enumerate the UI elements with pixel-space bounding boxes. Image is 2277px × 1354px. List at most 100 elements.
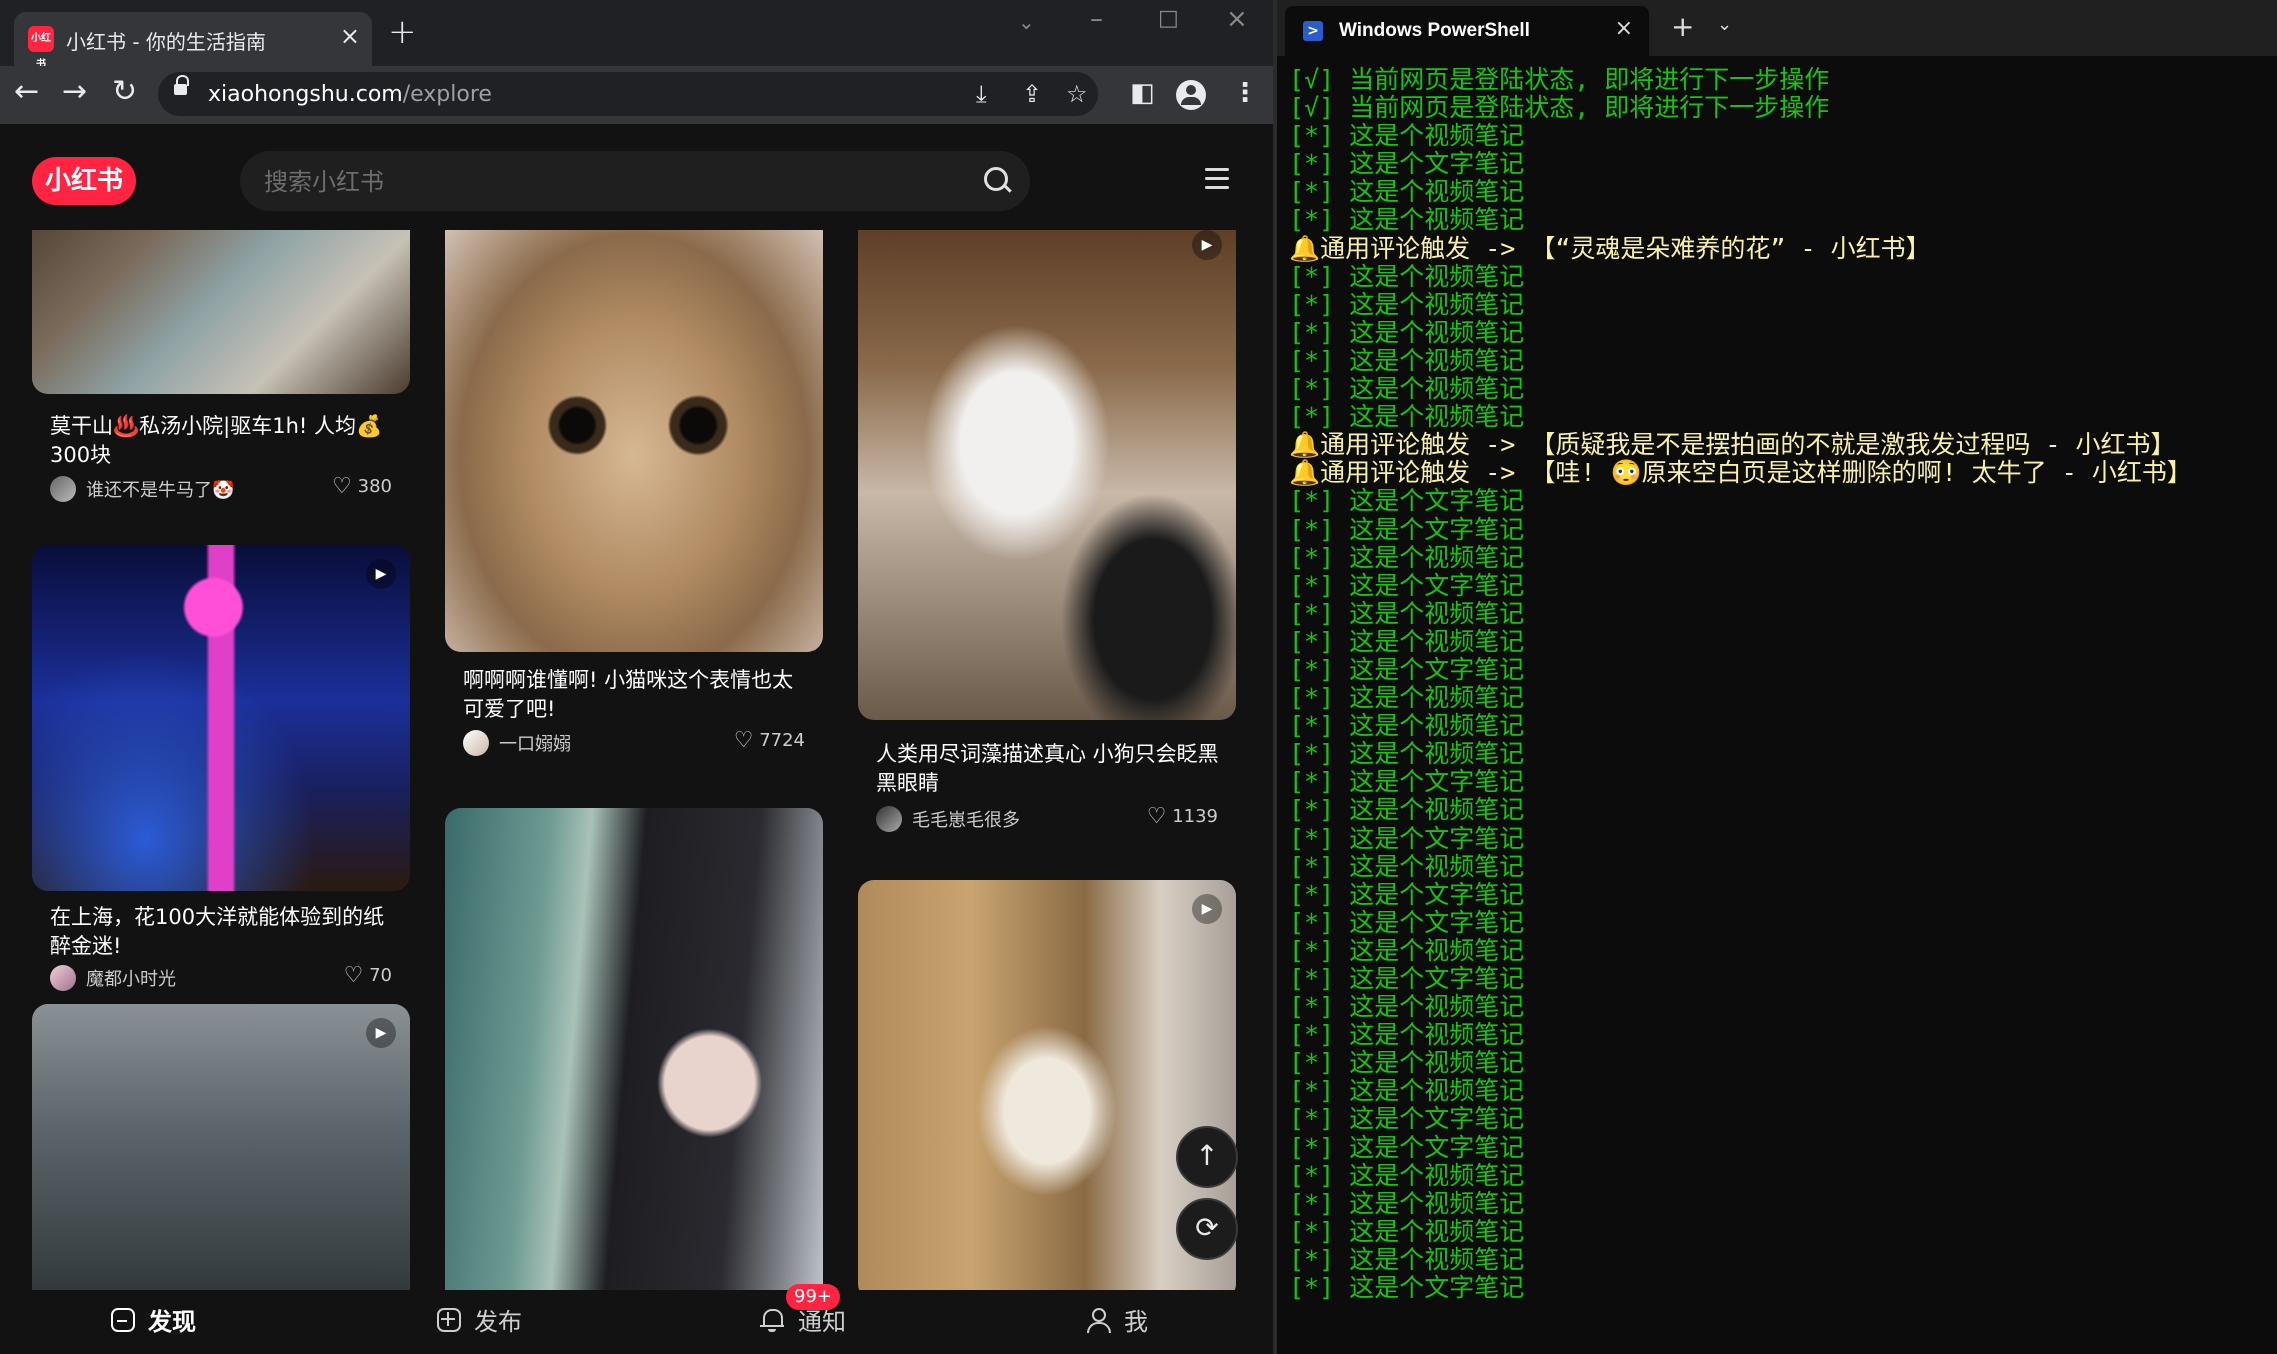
terminal-line: [*] 这是个视频笔记 [1289,402,1525,432]
browser-tabstrip: 小红书 小红书 - 你的生活指南 × + ⌄ – □ × [0,0,1273,70]
terminal-output[interactable]: [√] 当前网页是登陆状态, 即将进行下一步操作 [√] 当前网页是登陆状态, 即… [1289,65,2269,1302]
browser-tab-title: 小红书 - 你的生活指南 [66,30,266,54]
terminal-tabbar: > Windows PowerShell × + ⌄ [1277,0,2277,56]
xiaohongshu-favicon-icon: 小红书 [28,26,54,70]
note-cover-image[interactable] [32,230,410,394]
note-author[interactable]: 毛毛崽毛很多 [876,806,1020,832]
terminal-line: [*] 这是个文字笔记 [1289,767,1525,797]
close-tab-icon[interactable]: × [1615,16,1633,41]
video-play-icon: ▶ [366,1018,396,1048]
terminal-tab[interactable]: > Windows PowerShell × [1285,6,1649,56]
terminal-line: [*] 这是个视频笔记 [1289,542,1525,572]
avatar[interactable] [463,730,489,756]
note-card[interactable]: 莫干山♨️私汤小院|驱车1h! 人均💰300块 谁还不是牛马了🤡 ♡ 380 [32,230,410,510]
terminal-line: [*] 这是个视频笔记 [1289,935,1525,965]
refresh-button[interactable]: ⟳ [1176,1198,1238,1260]
terminal-line: [√] 当前网页是登陆状态, 即将进行下一步操作 [1289,93,1830,123]
home-icon [110,1307,136,1333]
xiaohongshu-logo[interactable]: 小红书 [32,157,136,205]
video-play-icon: ▶ [1192,230,1222,260]
terminal-line: [*] 这是个视频笔记 [1289,739,1525,769]
terminal-trigger-line: 🔔通用评论触发 -> 【哇! 😳原来空白页是这样删除的啊! 太牛了 - 小红书】 [1289,458,2192,488]
user-icon [1086,1307,1112,1333]
terminal-trigger-line: 🔔通用评论触发 -> 【质疑我是不是摆拍画的不就是激我发过程吗 - 小红书】 [1289,430,2176,460]
terminal-line: [*] 这是个视频笔记 [1289,711,1525,741]
heart-icon[interactable]: ♡ [1147,804,1167,829]
like-count[interactable]: ♡ 380 [332,474,392,499]
share-icon[interactable]: ⇪ [1022,80,1042,108]
address-bar[interactable]: xiaohongshu.com/explore ⤓ ⇪ ☆ [158,72,1098,116]
star-icon[interactable]: ☆ [1066,80,1088,108]
terminal-line: [*] 这是个文字笔记 [1289,964,1525,993]
note-title[interactable]: 人类用尽词藻描述真心 小狗只会眨黑黑眼睛 [876,740,1226,798]
menu-icon[interactable] [1205,168,1231,190]
nav-publish[interactable]: 发布 [436,1302,522,1337]
note-author[interactable]: 谁还不是牛马了🤡 [50,476,234,502]
search-bar[interactable] [240,151,1030,211]
tab-search-icon[interactable]: ⌄ [1018,10,1035,34]
note-cover-image[interactable]: ▶ [32,545,410,891]
terminal-tab-title: Windows PowerShell [1339,20,1530,41]
note-card[interactable] [445,808,823,1290]
note-cover-image[interactable] [445,808,823,1290]
install-icon[interactable]: ⤓ [976,80,987,108]
more-icon[interactable]: ⋮ [1232,78,1258,108]
close-tab-icon[interactable]: × [340,22,360,50]
note-cover-image[interactable]: ▶ [858,230,1236,720]
terminal-line: [*] 这是个文字笔记 [1289,514,1525,544]
avatar[interactable] [876,806,902,832]
terminal-line: [*] 这是个文字笔记 [1289,486,1525,516]
scroll-to-top-button[interactable]: ↑ [1176,1126,1238,1188]
terminal-line: [*] 这是个视频笔记 [1289,121,1525,151]
terminal-trigger-line: 🔔通用评论触发 -> 【“灵魂是朵难养的花” - 小红书】 [1289,233,1931,263]
heart-icon[interactable]: ♡ [734,728,754,753]
forward-icon[interactable]: → [62,74,87,109]
terminal-line: [*] 这是个视频笔记 [1289,205,1525,235]
search-input[interactable] [262,161,946,203]
note-title[interactable]: 莫干山♨️私汤小院|驱车1h! 人均💰300块 [50,412,400,470]
terminal-line: [*] 这是个视频笔记 [1289,1216,1525,1246]
note-cover-image[interactable]: ▶ [32,1004,410,1290]
terminal-line: [*] 这是个文字笔记 [1289,823,1525,853]
bottom-nav: 发现 发布 通知 99+ 我 [0,1284,1273,1354]
new-tab-icon[interactable]: + [1671,10,1694,43]
sidepanel-icon[interactable]: ◧ [1130,78,1155,108]
new-tab-icon[interactable]: + [388,12,417,52]
note-card[interactable]: ▶ 在上海，花100大洋就能体验到的纸醉金迷! 魔都小时光 ♡ 70 [32,545,410,991]
avatar[interactable] [50,476,76,502]
profile-icon[interactable] [1176,80,1206,110]
note-card[interactable]: ▶ 人类用尽词藻描述真心 小狗只会眨黑黑眼睛 毛毛崽毛很多 ♡ 1139 [858,230,1236,832]
nav-me[interactable]: 我 [1086,1302,1148,1337]
close-window-icon[interactable]: × [1226,4,1248,34]
back-icon[interactable]: ← [14,74,39,109]
browser-window: 小红书 小红书 - 你的生活指南 × + ⌄ – □ × ← → ↻ xiaoh… [0,0,1273,1354]
terminal-line: [*] 这是个视频笔记 [1289,289,1525,319]
like-count[interactable]: ♡ 1139 [1147,804,1218,829]
like-count[interactable]: ♡ 7724 [734,728,805,753]
avatar[interactable] [50,965,76,991]
browser-tab[interactable]: 小红书 小红书 - 你的生活指南 × [14,12,372,70]
nav-discover[interactable]: 发现 [110,1302,196,1337]
note-cover-image[interactable] [445,230,823,652]
search-icon[interactable] [984,167,1008,191]
notification-badge: 99+ [786,1284,840,1310]
note-title[interactable]: 在上海，花100大洋就能体验到的纸醉金迷! [50,903,400,961]
heart-icon[interactable]: ♡ [344,963,364,988]
reload-icon[interactable]: ↻ [112,74,137,109]
note-author[interactable]: 魔都小时光 [50,965,176,991]
note-title[interactable]: 啊啊啊谁懂啊! 小猫咪这个表情也太可爱了吧! [463,666,813,724]
heart-icon[interactable]: ♡ [332,474,352,499]
video-play-icon: ▶ [1192,894,1222,924]
address-url[interactable]: xiaohongshu.com/explore [208,82,492,107]
note-card[interactable]: 啊啊啊谁懂啊! 小猫咪这个表情也太可爱了吧! 一口嫋嫋 ♡ 7724 [445,230,823,756]
terminal-line: [*] 这是个视频笔记 [1289,626,1525,656]
lock-icon[interactable] [174,75,189,97]
like-count[interactable]: ♡ 70 [344,963,392,988]
powershell-icon: > [1303,21,1323,41]
note-card[interactable]: ▶ [32,1004,410,1290]
terminal-line: [*] 这是个视频笔记 [1289,1020,1525,1050]
minimize-icon[interactable]: – [1090,4,1103,34]
note-author[interactable]: 一口嫋嫋 [463,730,571,756]
maximize-icon[interactable]: □ [1158,6,1179,31]
dropdown-icon[interactable]: ⌄ [1717,14,1732,35]
